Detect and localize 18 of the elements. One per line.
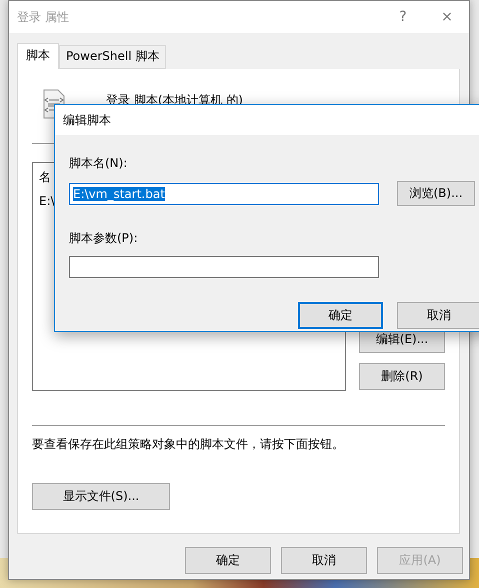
help-button[interactable]: ? — [381, 9, 425, 25]
show-files-button[interactable]: 显示文件(S)... — [32, 483, 170, 510]
close-button[interactable]: × — [425, 9, 469, 25]
side-button[interactable]: 删除(R) — [359, 363, 445, 390]
hint-text: 要查看保存在此组策略对象中的脚本文件，请按下面按钮。 — [32, 436, 345, 453]
dialog-button[interactable]: 取消 — [281, 547, 367, 574]
browse-button[interactable]: 浏览(B)... — [397, 181, 475, 206]
dialog-title: 编辑脚本 — [63, 112, 111, 128]
dialog-button[interactable]: 取消 — [396, 302, 479, 329]
input-field[interactable]: E:\vm_start.bat — [69, 182, 379, 204]
dialog-button[interactable]: 确定 — [185, 547, 271, 574]
window-title: 登录 属性 — [17, 8, 70, 26]
input-field[interactable] — [69, 256, 379, 278]
field-label: 脚本名(N): — [69, 155, 128, 172]
tab[interactable]: 脚本 — [17, 43, 59, 69]
dialog-button[interactable]: 确定 — [298, 302, 383, 329]
field-label: 脚本参数(P): — [69, 230, 139, 247]
tab[interactable]: PowerShell 脚本 — [59, 45, 166, 69]
